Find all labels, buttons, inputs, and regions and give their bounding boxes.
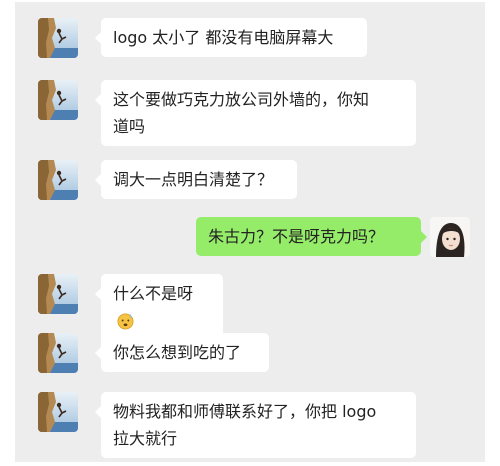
message-bubble-outgoing: 朱古力？不是呀克力吗？ bbox=[196, 217, 427, 256]
message-bubble: 这个要做巧克力放公司外墙的，你知 道吗 bbox=[95, 80, 416, 146]
message-text: 朱古力？不是呀克力吗？ bbox=[208, 227, 385, 246]
contact-avatar[interactable] bbox=[38, 80, 78, 120]
contact-avatar[interactable] bbox=[38, 274, 78, 314]
message-bubble: 调大一点明白清楚了？ bbox=[95, 160, 297, 199]
message-text-line: 道吗 bbox=[113, 117, 146, 136]
message-text: 调大一点明白清楚了？ bbox=[113, 170, 274, 189]
contact-avatar[interactable] bbox=[38, 160, 78, 200]
message-bubble: 什么不是呀 bbox=[95, 274, 223, 340]
contact-avatar[interactable] bbox=[38, 333, 78, 373]
message-text: 什么不是呀 bbox=[113, 284, 194, 303]
message-text: 你怎么想到吃的了 bbox=[113, 343, 242, 362]
message-bubble: logo 太小了 都没有电脑屏幕大 bbox=[95, 18, 367, 57]
contact-avatar[interactable] bbox=[38, 392, 78, 432]
message-text-line: 拉大就行 bbox=[113, 429, 178, 448]
message-text-line: 物料我都和师傅联系好了，你把 logo bbox=[113, 402, 377, 421]
chat-window: logo 太小了 都没有电脑屏幕大 这个要做巧克力放公司外墙的，你知 道吗 调大… bbox=[15, 2, 485, 462]
message-bubble: 物料我都和师傅联系好了，你把 logo 拉大就行 bbox=[95, 392, 416, 458]
message-bubble: 你怎么想到吃的了 bbox=[95, 333, 269, 372]
user-avatar[interactable] bbox=[430, 217, 470, 257]
contact-avatar[interactable] bbox=[38, 18, 78, 58]
sweating-face-emoji-icon bbox=[117, 313, 134, 330]
message-text: logo 太小了 都没有电脑屏幕大 bbox=[113, 28, 334, 47]
message-text-line: 这个要做巧克力放公司外墙的，你知 bbox=[113, 90, 370, 109]
